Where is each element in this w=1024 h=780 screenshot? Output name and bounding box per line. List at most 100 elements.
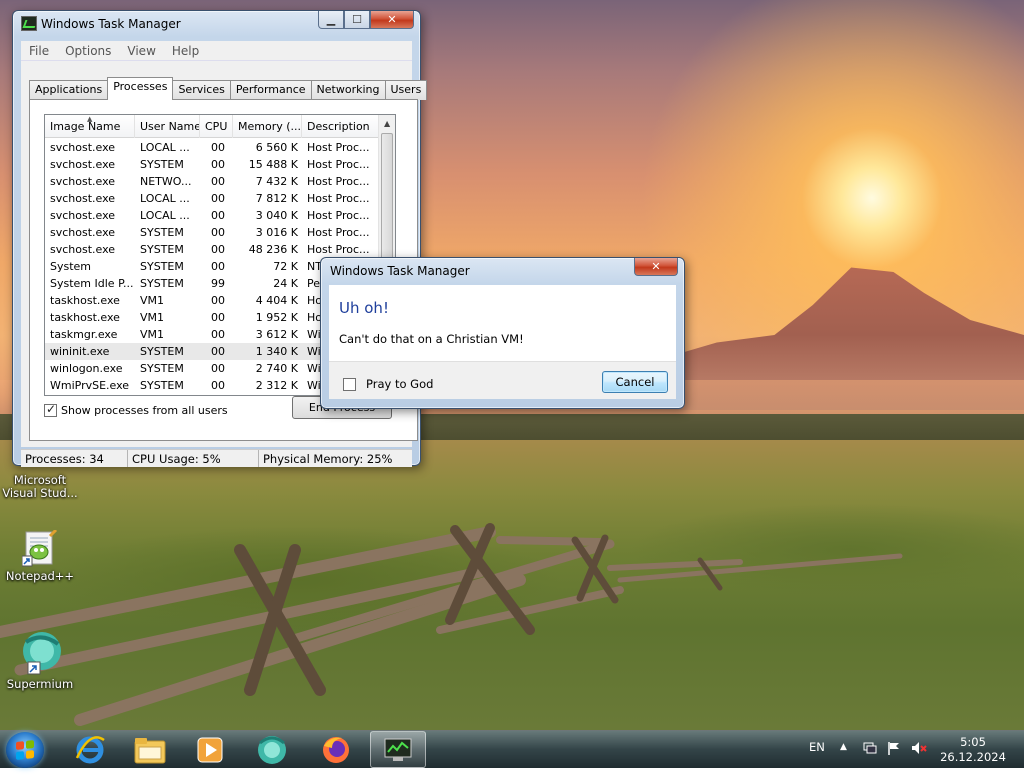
desktop-icon-notepad-plus-plus[interactable]: Notepad++ [0, 528, 80, 583]
table-row[interactable]: svchost.exe SYSTEM 00 3 016 K Host Proc... [45, 224, 380, 241]
column-user-name[interactable]: User Name [135, 115, 200, 138]
table-cell-desc: Host Proc... [307, 158, 370, 171]
network-icon[interactable] [862, 740, 878, 778]
column-description[interactable]: Description [302, 115, 380, 138]
taskbar-firefox[interactable] [308, 731, 364, 768]
tab-services[interactable]: Services [172, 80, 231, 100]
volume-muted-icon[interactable] [910, 740, 928, 778]
scroll-up-icon[interactable]: ▲ [384, 119, 390, 128]
process-list-header: ▲ Image Name User Name CPU Memory (... D… [45, 115, 380, 138]
column-image-name[interactable]: ▲ Image Name [45, 115, 135, 138]
table-cell-image: svchost.exe [50, 141, 116, 154]
table-cell-user: VM1 [140, 311, 165, 324]
taskbar-file-explorer[interactable] [122, 731, 178, 768]
table-row[interactable]: svchost.exe NETWO... 00 7 432 K Host Proc... [45, 173, 380, 190]
table-cell-user: LOCAL ... [140, 209, 190, 222]
clock-time: 5:05 [960, 735, 986, 749]
table-cell-user: SYSTEM [140, 260, 184, 273]
taskbar-media-player[interactable] [182, 731, 238, 768]
file-explorer-icon [134, 737, 166, 763]
tab-networking[interactable]: Networking [310, 80, 386, 100]
maximize-button[interactable]: ☐ [344, 11, 370, 29]
action-center-flag-icon[interactable] [886, 740, 902, 778]
table-cell-user: LOCAL ... [140, 141, 190, 154]
desktop-icon-visual-studio[interactable]: Microsoft Visual Stud... [0, 474, 80, 500]
dialog-message: Can't do that on a Christian VM! [339, 332, 524, 346]
column-memory[interactable]: Memory (... [233, 115, 302, 138]
task-manager-titlebar[interactable]: Windows Task Manager ▁ ☐ ✕ [13, 11, 420, 37]
dialog-heading: Uh oh! [339, 299, 389, 317]
table-cell-mem: 7 432 K [255, 175, 298, 188]
wallpaper-fence [0, 523, 903, 726]
table-row[interactable]: svchost.exe LOCAL ... 00 3 040 K Host Proc..… [45, 207, 380, 224]
start-button[interactable] [6, 732, 44, 768]
table-cell-cpu: 00 [211, 311, 225, 324]
table-cell-user: SYSTEM [140, 226, 184, 239]
pray-to-god-checkbox[interactable]: Pray to God [343, 377, 433, 391]
checkbox-label: Pray to God [366, 377, 434, 391]
dialog-titlebar[interactable]: Windows Task Manager ✕ [321, 258, 684, 284]
table-cell-cpu: 00 [211, 141, 225, 154]
supermium-icon [16, 630, 64, 676]
table-cell-mem: 2 312 K [255, 379, 298, 392]
table-row[interactable]: svchost.exe LOCAL ... 00 6 560 K Host Proc..… [45, 139, 380, 156]
desktop-icon-label: Supermium [6, 677, 74, 691]
table-cell-cpu: 00 [211, 158, 225, 171]
tab-processes[interactable]: Processes [107, 77, 174, 100]
table-cell-mem: 2 740 K [255, 362, 298, 375]
tab-applications[interactable]: Applications [29, 80, 109, 100]
table-cell-cpu: 00 [211, 294, 225, 307]
close-button[interactable]: ✕ [370, 11, 414, 29]
menu-file[interactable]: File [21, 44, 57, 58]
table-row[interactable]: svchost.exe SYSTEM 00 15 488 K Host Proc... [45, 156, 380, 173]
tab-performance[interactable]: Performance [229, 80, 312, 100]
taskbar-supermium[interactable] [244, 731, 300, 768]
table-cell-desc: Host Proc... [307, 226, 370, 239]
media-player-icon [197, 737, 223, 762]
checkbox-icon[interactable] [44, 402, 57, 417]
table-cell-desc: Host Proc... [307, 243, 370, 256]
error-dialog[interactable]: Windows Task Manager ✕ Uh oh! Can't do t… [320, 257, 685, 409]
table-cell-desc: Host Proc... [307, 192, 370, 205]
taskbar-internet-explorer[interactable] [62, 731, 118, 768]
menu-bar: File Options View Help [21, 41, 412, 61]
column-label: Image Name [50, 120, 121, 133]
table-cell-image: wininit.exe [50, 345, 110, 358]
table-cell-image: svchost.exe [50, 243, 116, 256]
column-cpu[interactable]: CPU [200, 115, 233, 138]
table-cell-mem: 15 488 K [248, 158, 298, 171]
cancel-button[interactable]: Cancel [602, 371, 668, 393]
dialog-close-button[interactable]: ✕ [634, 258, 678, 276]
table-cell-user: SYSTEM [140, 345, 184, 358]
table-row[interactable]: svchost.exe LOCAL ... 00 7 812 K Host Proc..… [45, 190, 380, 207]
table-cell-image: System [50, 260, 92, 273]
show-hidden-icons-icon[interactable]: ▲ [840, 742, 847, 780]
minimize-button[interactable]: ▁ [318, 11, 344, 29]
language-indicator[interactable]: EN [809, 740, 825, 778]
status-physical-memory: Physical Memory: 25% [263, 452, 393, 466]
tab-users[interactable]: Users [384, 80, 428, 100]
table-cell-cpu: 00 [211, 243, 225, 256]
table-cell-mem: 1 340 K [255, 345, 298, 358]
table-row[interactable]: svchost.exe SYSTEM 00 48 236 K Host Proc... [45, 241, 380, 258]
checkbox-icon[interactable] [343, 377, 356, 391]
task-manager-icon [21, 16, 37, 31]
table-cell-desc: Host Proc... [307, 141, 370, 154]
menu-view[interactable]: View [119, 44, 163, 58]
desktop-icon-label: Notepad++ [5, 569, 75, 583]
table-cell-cpu: 00 [211, 175, 225, 188]
task-manager-icon [384, 738, 412, 761]
table-cell-mem: 7 812 K [255, 192, 298, 205]
system-clock[interactable]: 5:05 26.12.2024 [938, 735, 1008, 765]
taskbar-task-manager[interactable] [370, 731, 426, 768]
table-cell-image: svchost.exe [50, 226, 116, 239]
menu-help[interactable]: Help [164, 44, 207, 58]
desktop-icon-supermium[interactable]: Supermium [0, 630, 80, 691]
table-cell-mem: 6 560 K [255, 141, 298, 154]
table-cell-image: svchost.exe [50, 209, 116, 222]
table-cell-desc: Host Proc... [307, 175, 370, 188]
menu-options[interactable]: Options [57, 44, 119, 58]
show-all-processes-checkbox[interactable]: Show processes from all users [44, 402, 228, 417]
sort-ascending-icon: ▲ [87, 115, 93, 123]
clock-date: 26.12.2024 [940, 750, 1006, 764]
